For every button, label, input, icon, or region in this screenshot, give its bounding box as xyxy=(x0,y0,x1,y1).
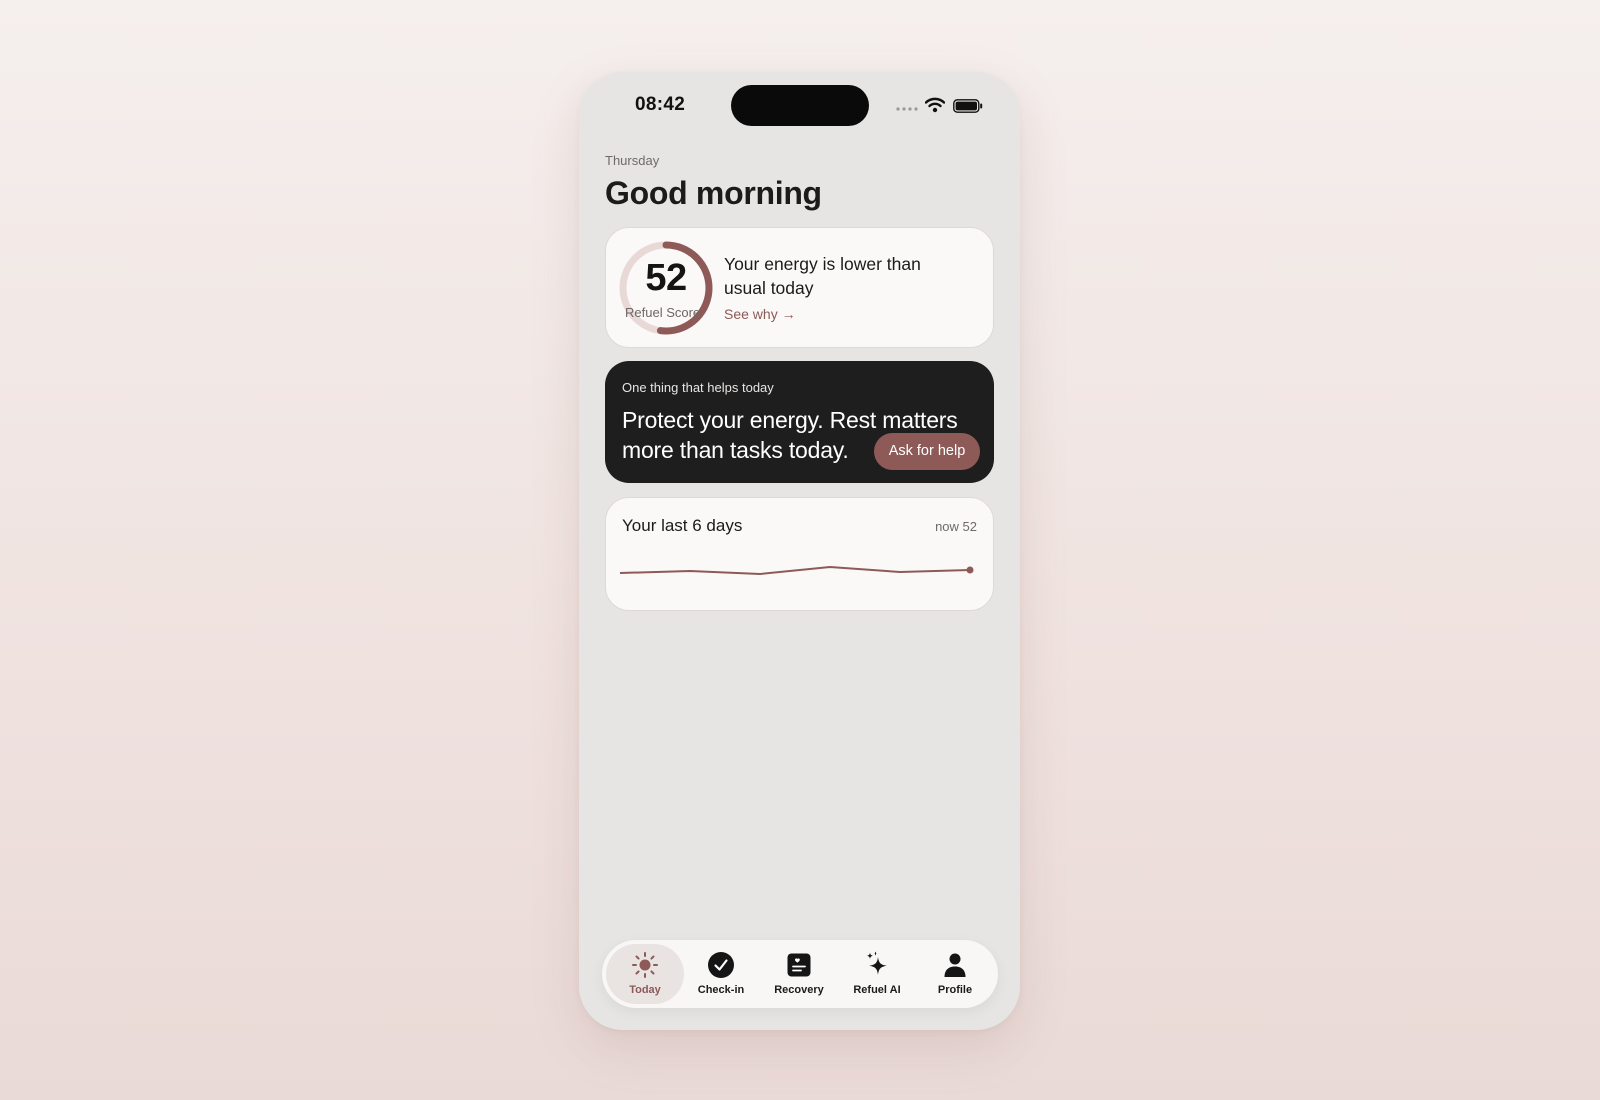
tab-label: Profile xyxy=(937,984,973,996)
status-bar: 08:42 xyxy=(579,72,1020,136)
person-icon xyxy=(944,953,966,977)
tab-today[interactable]: Today xyxy=(606,944,684,1004)
dynamic-island xyxy=(731,85,869,126)
tab-refuel-ai[interactable]: Refuel AI xyxy=(838,944,916,1004)
see-why-link[interactable]: See why → xyxy=(724,306,796,322)
tab-label: Recovery xyxy=(774,984,824,996)
page-title: Good morning xyxy=(605,175,822,211)
sparkle-icon xyxy=(866,951,887,975)
trend-now-value: now 52 xyxy=(935,519,977,534)
score-value: 52 xyxy=(645,257,687,299)
tab-bar: Today Check-in Recovery Refuel AI Profil… xyxy=(602,940,998,1008)
trend-current-point xyxy=(966,566,974,574)
wifi-icon xyxy=(925,97,945,113)
trend-card[interactable]: Your last 6 days now 52 xyxy=(605,497,994,611)
trend-line xyxy=(620,566,971,575)
day-label: Thursday xyxy=(605,153,660,168)
sun-icon xyxy=(632,952,658,978)
tab-label: Today xyxy=(629,984,661,996)
energy-headline: Your energy is lower than usual today xyxy=(724,254,921,298)
signal-icon xyxy=(896,107,918,111)
tab-check-in[interactable]: Check-in xyxy=(682,944,760,1004)
phone-screen: 08:42 Thursday Good morning 52 Refuel Sc… xyxy=(579,72,1020,1030)
score-label: Refuel Score xyxy=(625,305,701,320)
trend-sparkline xyxy=(620,566,974,575)
journal-icon xyxy=(787,953,811,977)
status-time: 08:42 xyxy=(635,94,686,115)
tab-label: Refuel AI xyxy=(853,984,901,996)
battery-icon xyxy=(953,99,983,113)
refuel-score-card[interactable]: 52 Refuel Score Your energy is lower tha… xyxy=(605,227,994,348)
help-eyebrow: One thing that helps today xyxy=(622,380,774,395)
tab-label: Check-in xyxy=(697,984,745,996)
tab-recovery[interactable]: Recovery xyxy=(760,944,838,1004)
score-ring: 52 Refuel Score xyxy=(617,239,715,337)
help-tip-card: One thing that helps today Protect your … xyxy=(605,361,994,483)
ask-for-help-button[interactable]: Ask for help xyxy=(874,433,980,470)
check-circle-icon xyxy=(708,952,734,978)
tab-profile[interactable]: Profile xyxy=(916,944,994,1004)
trend-title: Your last 6 days xyxy=(622,516,743,535)
